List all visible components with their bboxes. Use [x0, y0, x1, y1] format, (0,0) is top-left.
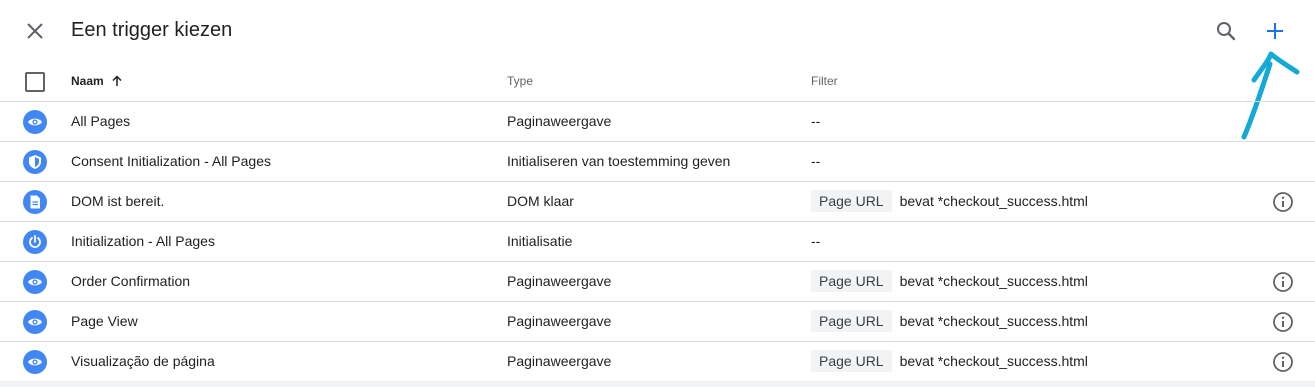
filter-condition: bevat *checkout_success.html: [899, 273, 1088, 289]
scroll-edge: [0, 381, 1315, 387]
select-all-checkbox[interactable]: [25, 72, 45, 92]
trigger-type: DOM klaar: [507, 193, 574, 209]
shield-icon: [23, 150, 47, 174]
filter-condition: bevat *checkout_success.html: [899, 193, 1088, 209]
document-icon: [23, 190, 47, 214]
trigger-type: Paginaweergave: [507, 273, 612, 289]
trigger-filter: Page URL bevat *checkout_success.html: [811, 350, 1088, 372]
trigger-filter: Page URL bevat *checkout_success.html: [811, 270, 1088, 292]
add-trigger-button[interactable]: [1262, 18, 1288, 44]
arrow-up-icon: [112, 75, 122, 86]
trigger-type: Paginaweergave: [507, 113, 612, 129]
trigger-type: Initialiseren van toestemming geven: [507, 153, 731, 169]
trigger-row[interactable]: Order Confirmation Paginaweergave Page U…: [0, 262, 1315, 302]
filter-condition: bevat *checkout_success.html: [899, 353, 1088, 369]
trigger-name: Consent Initialization - All Pages: [71, 153, 271, 169]
trigger-type: Paginaweergave: [507, 313, 612, 329]
plus-icon: [1267, 23, 1283, 39]
trigger-name: Initialization - All Pages: [71, 233, 215, 249]
trigger-row[interactable]: Initialization - All Pages Initialisatie…: [0, 222, 1315, 262]
trigger-filter: --: [811, 113, 821, 129]
trigger-row[interactable]: Visualização de página Paginaweergave Pa…: [0, 342, 1315, 382]
power-icon: [23, 230, 47, 254]
close-icon: [27, 23, 43, 39]
trigger-name: DOM ist bereit.: [71, 193, 165, 209]
column-header-type: Type: [507, 74, 534, 88]
search-icon: [1217, 22, 1236, 41]
trigger-filter: Page URL bevat *checkout_success.html: [811, 190, 1088, 212]
info-icon[interactable]: [1272, 191, 1294, 213]
eye-icon: [23, 310, 47, 334]
trigger-name: Order Confirmation: [71, 273, 191, 289]
info-icon[interactable]: [1272, 351, 1294, 373]
filter-variable-chip: Page URL: [811, 310, 892, 332]
filter-variable-chip: Page URL: [811, 270, 892, 292]
trigger-filter: --: [811, 153, 821, 169]
eye-icon: [23, 110, 47, 134]
trigger-row[interactable]: Consent Initialization - All Pages Initi…: [0, 142, 1315, 182]
trigger-filter: Page URL bevat *checkout_success.html: [811, 310, 1088, 332]
trigger-row[interactable]: DOM ist bereit. DOM klaar Page URL bevat …: [0, 182, 1315, 222]
trigger-list: All Pages Paginaweergave -- Consent Init…: [0, 102, 1315, 382]
trigger-filter: --: [811, 233, 821, 249]
panel-header: Een trigger kiezen: [0, 0, 1315, 140]
trigger-name: All Pages: [71, 113, 131, 129]
trigger-name: Page View: [71, 313, 138, 329]
column-header-name-label: Naam: [71, 74, 104, 88]
trigger-row[interactable]: Page View Paginaweergave Page URL bevat *…: [0, 302, 1315, 342]
filter-variable-chip: Page URL: [811, 190, 892, 212]
trigger-type: Paginaweergave: [507, 353, 612, 369]
eye-icon: [23, 350, 47, 374]
search-button[interactable]: [1213, 18, 1239, 44]
page-title: Een trigger kiezen: [71, 19, 233, 41]
column-header-name[interactable]: Naam: [71, 74, 123, 88]
column-header-filter: Filter: [811, 74, 838, 88]
trigger-name: Visualização de página: [71, 353, 215, 369]
info-icon[interactable]: [1272, 271, 1294, 293]
trigger-row[interactable]: All Pages Paginaweergave --: [0, 102, 1315, 142]
trigger-type: Initialisatie: [507, 233, 573, 249]
eye-icon: [23, 270, 47, 294]
table-header: Naam Type Filter: [0, 62, 1315, 102]
filter-condition: bevat *checkout_success.html: [899, 313, 1088, 329]
close-button[interactable]: [22, 18, 48, 44]
filter-variable-chip: Page URL: [811, 350, 892, 372]
info-icon[interactable]: [1272, 311, 1294, 333]
